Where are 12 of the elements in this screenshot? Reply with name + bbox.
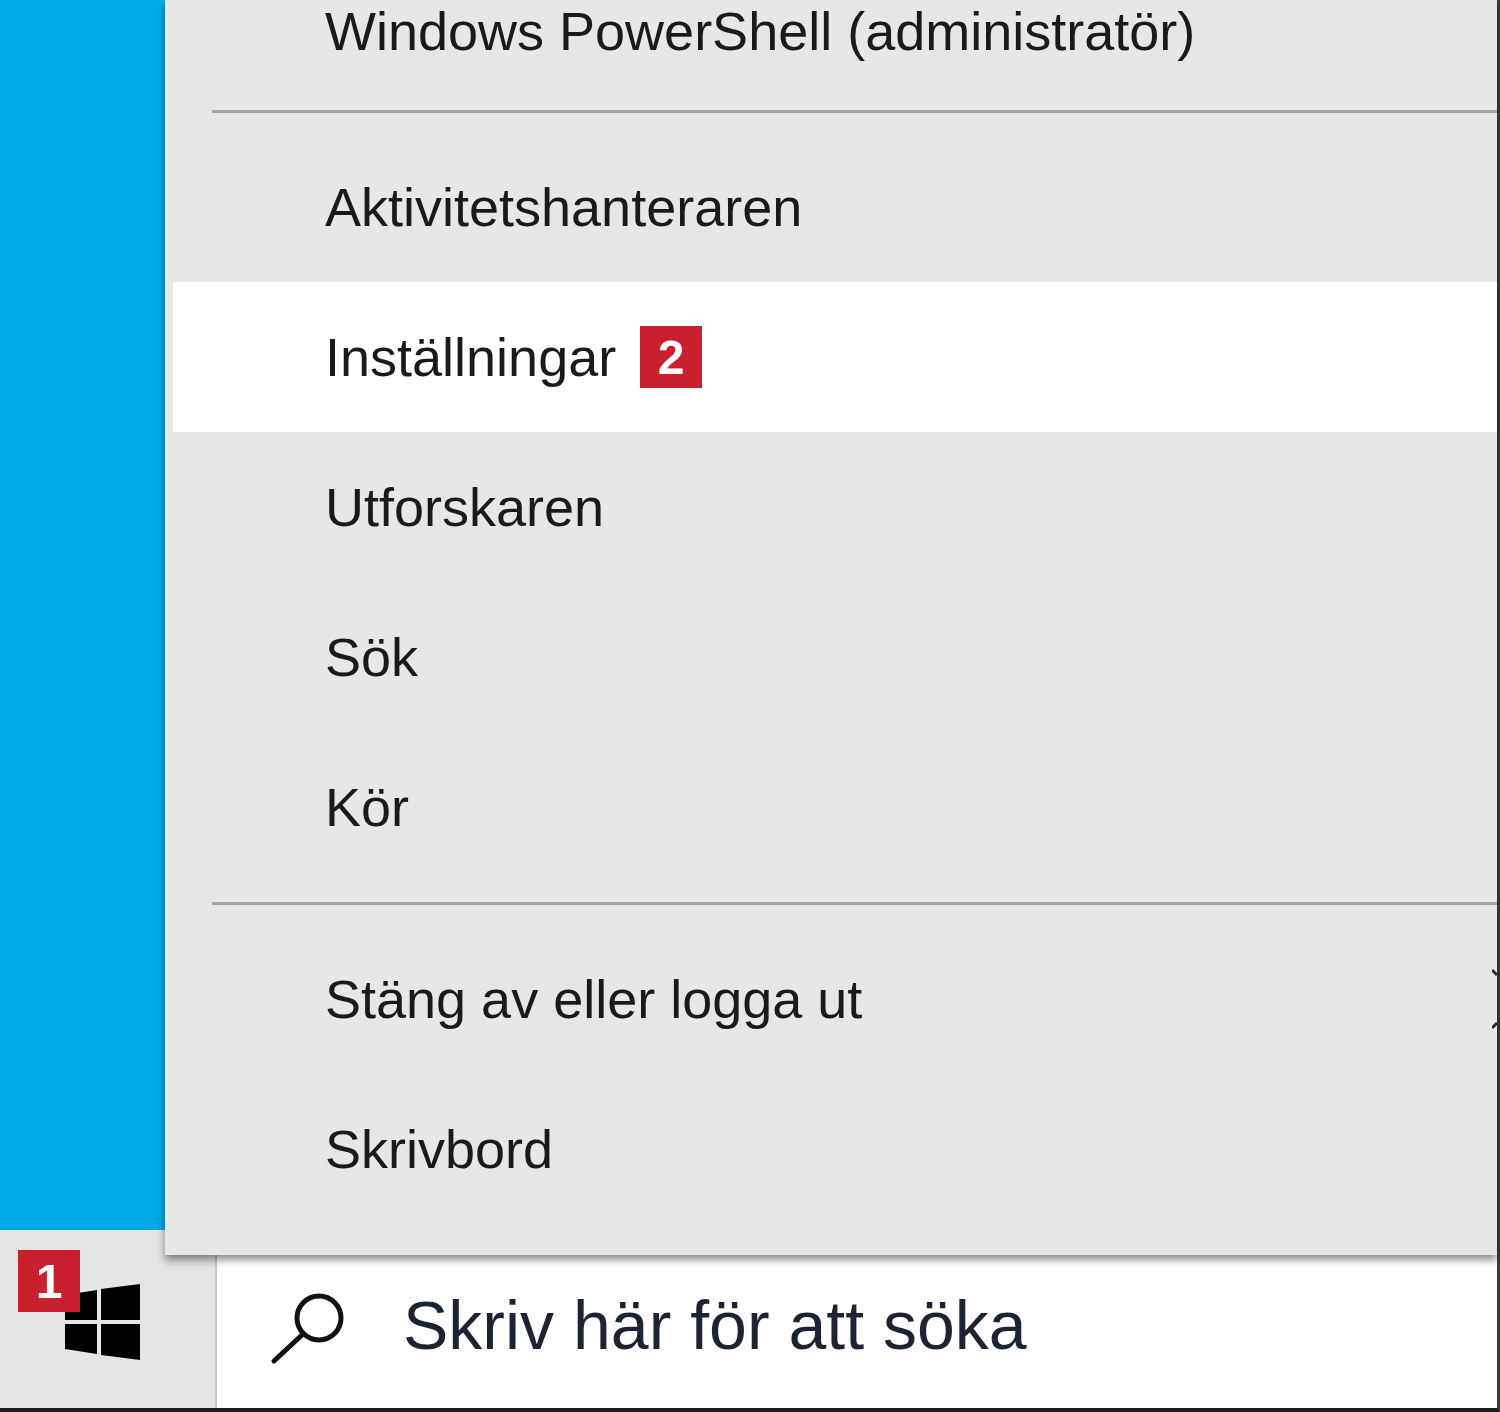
menu-item[interactable]: Windows PowerShell (administratör): [173, 0, 1497, 90]
menu-item[interactable]: Sök: [173, 582, 1497, 732]
menu-item[interactable]: Stäng av eller logga ut: [173, 924, 1497, 1074]
menu-item[interactable]: Utforskaren: [173, 432, 1497, 582]
menu-item[interactable]: Aktivitetshanteraren: [173, 132, 1497, 282]
menu-item[interactable]: Skrivbord: [173, 1074, 1497, 1224]
menu-item[interactable]: Inställningar 2: [173, 282, 1497, 432]
windows-logo-icon: [65, 1284, 140, 1360]
menu-item[interactable]: Kör: [173, 732, 1497, 882]
start-button[interactable]: 1: [0, 1230, 217, 1408]
step-badge: 2: [640, 326, 703, 388]
step-badge: 1: [18, 1250, 80, 1312]
